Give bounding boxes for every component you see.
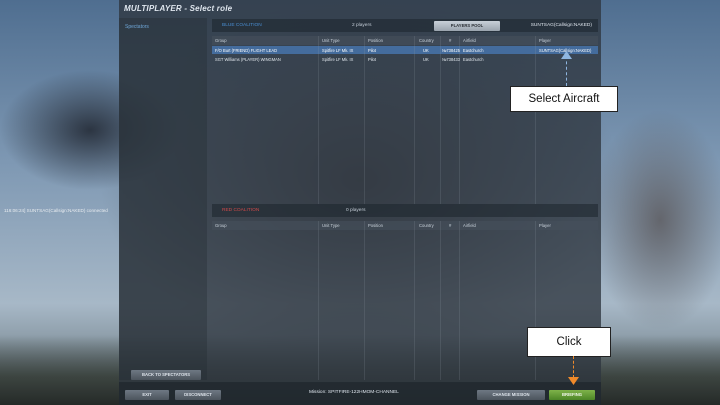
- bottom-bar: EXIT DISCONNECT Mission: SPITFIRE-122HMO…: [119, 382, 601, 405]
- col-group[interactable]: Group: [215, 223, 227, 228]
- exit-button[interactable]: EXIT: [125, 390, 169, 400]
- col-unit-type[interactable]: Unit Type: [322, 223, 340, 228]
- click-callout: Click: [527, 327, 611, 357]
- table-row[interactable]: SGT Williams (PLAYER) WINGMAN Spitfire L…: [212, 55, 598, 63]
- col-airfield[interactable]: Airfield: [463, 38, 476, 43]
- arrow-down-icon: [568, 377, 579, 385]
- mission-name: Mission: SPITFIRE-122HMOM-CHANNEL: [309, 390, 399, 395]
- column-divider: [364, 36, 365, 204]
- red-player-count: 0 players: [346, 208, 366, 213]
- column-divider: [440, 36, 441, 204]
- blue-coalition-name: BLUE COALITION: [222, 23, 262, 28]
- col-position[interactable]: Position: [368, 38, 383, 43]
- table-row[interactable]: F/O Burt (FRIEND) FLIGHT LEAD Spitfire L…: [212, 46, 598, 54]
- col-unit-type[interactable]: Unit Type: [322, 38, 340, 43]
- column-divider: [459, 221, 460, 380]
- red-column-headers: Group Unit Type Position Country # Airfi…: [212, 221, 598, 230]
- column-divider: [318, 36, 319, 204]
- col-country[interactable]: Country: [419, 223, 434, 228]
- column-divider: [459, 36, 460, 204]
- select-aircraft-callout: Select Aircraft: [510, 86, 618, 112]
- spectators-column: Spectators BACK TO SPECTATORS: [119, 18, 207, 380]
- briefing-button[interactable]: BRIEFING: [549, 390, 595, 400]
- arrow-up-icon: [561, 51, 572, 59]
- col-number[interactable]: #: [449, 223, 451, 228]
- column-divider: [318, 221, 319, 380]
- col-position[interactable]: Position: [368, 223, 383, 228]
- col-player[interactable]: Player: [539, 223, 551, 228]
- blue-coalition-header: BLUE COALITION 2 players PLAYERS POOL SU…: [212, 19, 598, 32]
- col-airfield[interactable]: Airfield: [463, 223, 476, 228]
- change-mission-button[interactable]: CHANGE MISSION: [477, 390, 545, 400]
- blue-player-count: 2 players: [352, 23, 372, 28]
- roles-grid: BLUE COALITION 2 players PLAYERS POOL SU…: [212, 18, 598, 380]
- col-player[interactable]: Player: [539, 38, 551, 43]
- disconnect-button[interactable]: DISCONNECT: [175, 390, 221, 400]
- page-title: MULTIPLAYER - Select role: [124, 4, 233, 13]
- select-arrow-line: [566, 56, 567, 86]
- red-coalition-name: RED COALITION: [222, 208, 260, 213]
- current-player-name: SUNTSAG(Callsign:NAKED): [530, 23, 592, 28]
- col-country[interactable]: Country: [419, 38, 434, 43]
- click-arrow-line: [573, 356, 574, 378]
- players-pool-button[interactable]: PLAYERS POOL: [434, 21, 500, 31]
- column-divider: [414, 36, 415, 204]
- column-divider: [414, 221, 415, 380]
- col-number[interactable]: #: [449, 38, 451, 43]
- red-coalition-header: RED COALITION 0 players: [212, 204, 598, 217]
- connection-log: 116:06:24] SUNTSAG(Callsign:NAKED) conne…: [4, 208, 108, 213]
- col-group[interactable]: Group: [215, 38, 227, 43]
- column-divider: [535, 36, 536, 204]
- column-divider: [440, 221, 441, 380]
- column-divider: [364, 221, 365, 380]
- spectators-label[interactable]: Spectators: [125, 24, 149, 30]
- blue-column-headers: Group Unit Type Position Country # Airfi…: [212, 36, 598, 45]
- back-to-spectators-button[interactable]: BACK TO SPECTATORS: [131, 370, 201, 380]
